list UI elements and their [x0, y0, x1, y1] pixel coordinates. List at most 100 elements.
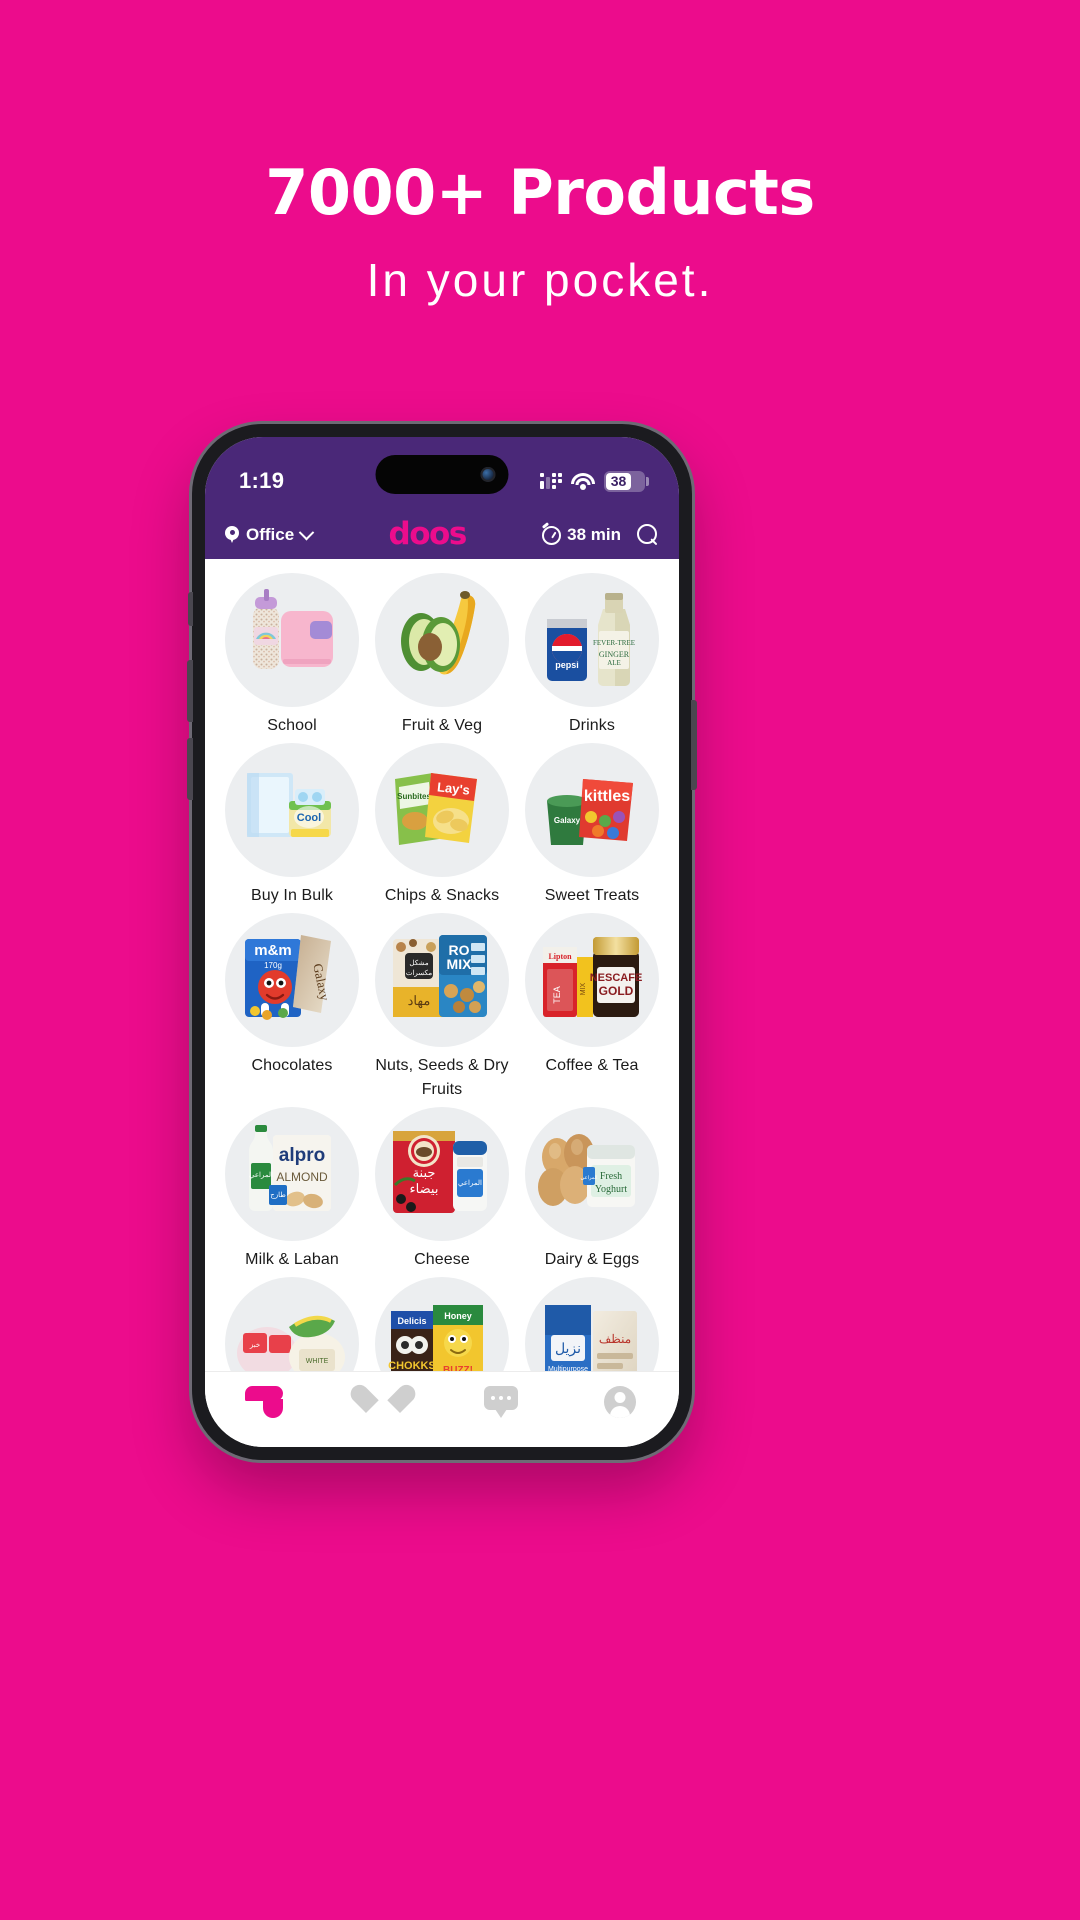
battery-icon: 38: [604, 470, 649, 492]
svg-text:FEVER-TREE: FEVER-TREE: [593, 639, 635, 647]
milk-laban-art: المراعي alpro ALMOND طازج: [249, 1124, 331, 1211]
cellular-signal-icon: [540, 473, 562, 489]
status-bar: 1:19 38: [205, 437, 679, 511]
category-thumbnail: خبز WHITE: [225, 1276, 359, 1371]
category-thumbnail: pepsi FEVER-TREE GINGER ALE: [525, 573, 659, 707]
drinks-art: pepsi FEVER-TREE GINGER ALE: [547, 593, 635, 686]
category-item-chocolates[interactable]: m&m 170g Galaxy Chocolates: [221, 913, 363, 1100]
category-label: Chips & Snacks: [384, 887, 500, 905]
category-label: Buy In Bulk: [250, 887, 334, 905]
category-item-dairy-eggs[interactable]: Fresh Yoghurt المراعي Dairy & Eggs: [521, 1106, 663, 1271]
category-label: Dairy & Eggs: [544, 1250, 640, 1268]
category-thumbnail: m&m 170g Galaxy: [225, 913, 359, 1048]
svg-text:Multipurpose: Multipurpose: [548, 1366, 588, 1371]
category-item-drinks[interactable]: pepsi FEVER-TREE GINGER ALE Drinks: [521, 573, 663, 737]
phone-mockup: 1:19 38 Office doos 38 min School Fruit …: [187, 424, 697, 1460]
category-item-cereal[interactable]: Delicis CHOKKS Honey BUZZ!: [371, 1276, 513, 1371]
heart-icon: [366, 1386, 400, 1417]
svg-text:مهاد: مهاد: [408, 993, 431, 1009]
dairy-eggs-art: Fresh Yoghurt المراعي: [538, 1133, 635, 1207]
volume-up-button[interactable]: [187, 660, 193, 722]
sweet-treats-art: Galaxy kittles: [547, 779, 633, 846]
category-item-fruit-veg[interactable]: Fruit & Veg: [371, 573, 513, 737]
category-item-coffee-tea[interactable]: Lipton TEA MIX NESCAFE GOLD Coffee & Tea: [521, 913, 663, 1100]
category-thumbnail: Delicis CHOKKS Honey BUZZ!: [375, 1276, 509, 1371]
nuts-seeds-art: مشكل مكسرات مهاد RO MIX: [393, 935, 487, 1018]
user-avatar-icon: [603, 1385, 636, 1418]
svg-text:Lipton: Lipton: [548, 952, 572, 961]
chips-snacks-art: Sunbites Lay's: [395, 773, 477, 846]
status-time: 1:19: [239, 468, 285, 493]
category-list[interactable]: School Fruit & Veg pepsi FEVER-TREE GING…: [205, 559, 679, 1371]
delivery-eta[interactable]: 38 min: [542, 525, 621, 545]
category-label: Milk & Laban: [245, 1250, 339, 1268]
tab-account[interactable]: [561, 1385, 680, 1418]
page-title: 7000+ Products: [265, 156, 815, 229]
app-header: Office doos 38 min: [205, 511, 679, 559]
bulk-pack-art: Cool: [247, 773, 331, 838]
category-item-cheese[interactable]: جبنة بيضاء المراعي Cheese: [371, 1106, 513, 1271]
wifi-icon: [571, 472, 595, 490]
svg-text:Cool: Cool: [297, 812, 321, 824]
category-label: Drinks: [569, 717, 615, 734]
category-grid: School Fruit & Veg pepsi FEVER-TREE GING…: [221, 573, 663, 1371]
svg-text:بيضاء: بيضاء: [410, 1181, 439, 1196]
battery-level: 38: [610, 473, 627, 489]
battery-tip: [646, 476, 649, 486]
cheese-art: جبنة بيضاء المراعي: [393, 1130, 487, 1213]
category-label: Sweet Treats: [544, 887, 640, 905]
page-subtitle: In your pocket.: [366, 254, 714, 307]
chevron-down-icon: [298, 524, 315, 540]
chat-bubble-icon: [484, 1386, 519, 1418]
app-logo[interactable]: doos: [320, 518, 534, 550]
tab-favorites[interactable]: [324, 1386, 443, 1417]
svg-text:NESCAFE: NESCAFE: [590, 972, 643, 984]
category-item-milk-laban[interactable]: المراعي alpro ALMOND طازج Milk & Laban: [221, 1106, 363, 1271]
category-label: Coffee & Tea: [545, 1057, 639, 1075]
svg-text:نزيل: نزيل: [555, 1340, 581, 1357]
category-item-nuts-seeds-dry-fruits[interactable]: مشكل مكسرات مهاد RO MIX Nuts, Seeds & Dr…: [371, 913, 513, 1100]
volume-down-button[interactable]: [187, 738, 193, 800]
search-icon[interactable]: [637, 524, 659, 546]
svg-text:MIX: MIX: [447, 956, 473, 972]
svg-text:GINGER: GINGER: [599, 650, 630, 659]
category-item-sweet-treats[interactable]: Galaxy kittles Sweet Treats: [521, 743, 663, 907]
bottom-navigation: [205, 1371, 679, 1447]
phone-screen: 1:19 38 Office doos 38 min School Fruit …: [205, 437, 679, 1447]
category-thumbnail: Lipton TEA MIX NESCAFE GOLD: [525, 913, 659, 1048]
dynamic-island: [375, 455, 509, 494]
svg-text:MIX: MIX: [580, 983, 587, 996]
category-item-bread[interactable]: خبز WHITE: [221, 1276, 363, 1371]
category-thumbnail: Fresh Yoghurt المراعي: [525, 1106, 659, 1241]
silent-switch[interactable]: [188, 592, 193, 626]
category-thumbnail: جبنة بيضاء المراعي: [375, 1106, 509, 1241]
category-item-buy-in-bulk[interactable]: Cool Buy In Bulk: [221, 743, 363, 907]
category-thumbnail: [375, 573, 509, 707]
svg-text:مشكل: مشكل: [409, 959, 428, 967]
svg-text:ALMOND: ALMOND: [276, 1170, 328, 1184]
category-label: Nuts, Seeds & Dry Fruits: [375, 1057, 509, 1098]
svg-text:m&m: m&m: [254, 942, 292, 959]
category-item-chips-snacks[interactable]: Sunbites Lay's Chips & Snacks: [371, 743, 513, 907]
category-thumbnail: Cool: [225, 743, 359, 878]
location-label: Office: [246, 525, 295, 544]
fruit-veg-art: [401, 591, 476, 675]
tab-home[interactable]: [205, 1385, 324, 1418]
category-label: Cheese: [414, 1250, 470, 1268]
category-label: School: [267, 717, 317, 734]
category-item-school[interactable]: School: [221, 573, 363, 737]
category-item-juice[interactable]: نزيل Multipurpose منظف: [521, 1276, 663, 1371]
doos-leaf-icon: [245, 1385, 284, 1418]
bakery-art: خبز WHITE: [237, 1315, 345, 1371]
power-button[interactable]: [691, 700, 697, 790]
svg-text:خبز: خبز: [249, 1342, 260, 1349]
map-pin-icon: [225, 526, 239, 544]
tab-chat[interactable]: [442, 1386, 561, 1418]
location-selector[interactable]: Office: [225, 524, 315, 545]
svg-text:WHITE: WHITE: [306, 1358, 329, 1365]
coffee-tea-art: Lipton TEA MIX NESCAFE GOLD: [543, 937, 643, 1018]
front-camera-icon: [480, 467, 496, 482]
svg-text:المراعي: المراعي: [249, 1171, 273, 1179]
chocolates-art: m&m 170g Galaxy: [245, 935, 333, 1021]
svg-text:المراعي: المراعي: [458, 1179, 482, 1187]
